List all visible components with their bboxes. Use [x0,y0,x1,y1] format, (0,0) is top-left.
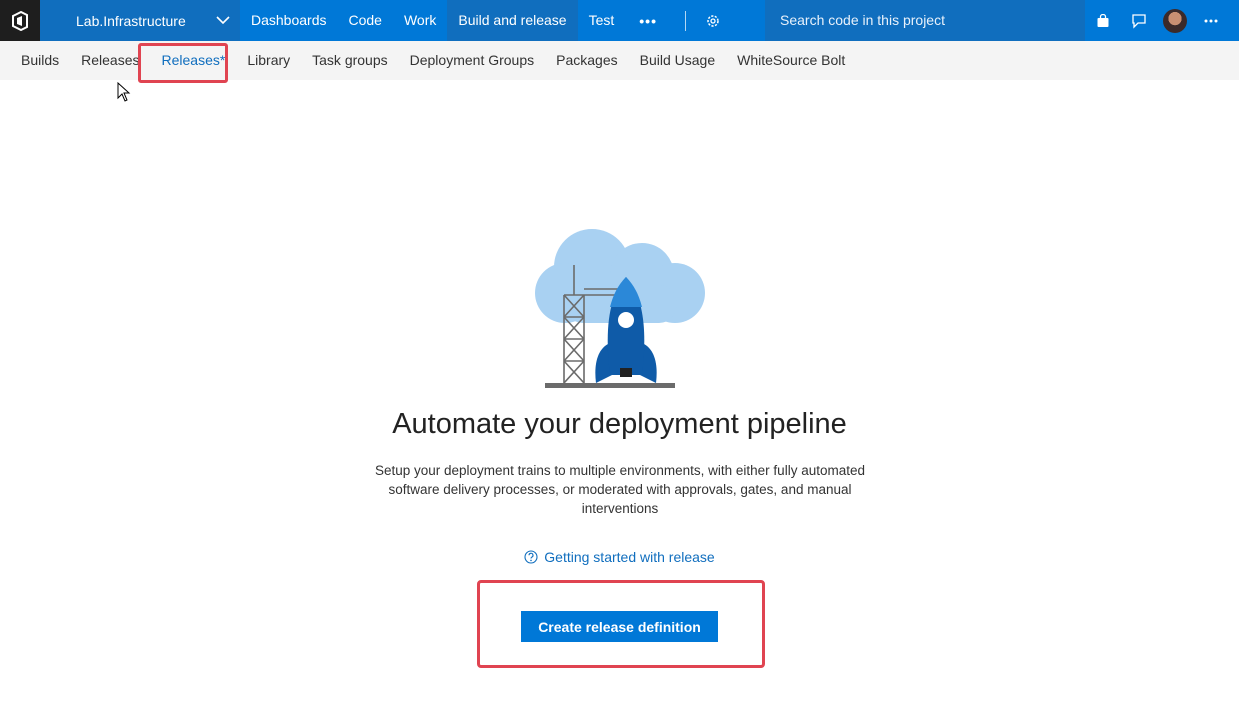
subnav-deployment-groups[interactable]: Deployment Groups [399,41,546,80]
page-description: Setup your deployment trains to multiple… [374,463,865,516]
subnav-whitesource-bolt[interactable]: WhiteSource Bolt [726,41,856,80]
subnav-task-groups[interactable]: Task groups [301,41,398,80]
nav-dashboards[interactable]: Dashboards [240,0,338,41]
getting-started-label: Getting started with release [544,549,715,565]
nav-work[interactable]: Work [393,0,447,41]
nav-test[interactable]: Test [578,0,626,41]
main-nav: Dashboards Code Work Build and release T… [240,0,732,41]
getting-started-link[interactable]: Getting started with release [0,549,1239,565]
gear-icon[interactable] [694,0,732,41]
vsts-logo-icon[interactable] [0,0,40,41]
create-release-definition-button[interactable]: Create release definition [521,611,718,642]
top-bar: Lab.Infrastructure Dashboards Code Work … [0,0,1239,41]
chevron-down-icon [216,16,230,25]
mouse-cursor-icon [117,82,131,102]
feedback-icon[interactable] [1121,0,1157,41]
nav-divider [684,10,686,31]
search-input[interactable]: Search code in this project [765,0,1085,41]
page-title: Automate your deployment pipeline [392,408,847,440]
subnav-library[interactable]: Library [236,41,301,80]
project-selector[interactable]: Lab.Infrastructure [40,0,240,41]
nav-more-button[interactable]: ••• [625,0,671,41]
project-name: Lab.Infrastructure [76,12,186,29]
rocket-launch-illustration [535,229,705,388]
subnav-packages[interactable]: Packages [545,41,628,80]
nav-code[interactable]: Code [338,0,393,41]
subnav-build-usage[interactable]: Build Usage [629,41,727,80]
avatar[interactable] [1157,0,1193,41]
subnav-builds[interactable]: Builds [10,41,70,80]
shopping-bag-icon[interactable] [1085,0,1121,41]
topbar-right-icons [1085,0,1229,41]
releases-highlight-box [138,43,228,83]
nav-build-and-release[interactable]: Build and release [447,0,578,41]
more-icon[interactable] [1193,0,1229,41]
help-icon [524,550,538,564]
